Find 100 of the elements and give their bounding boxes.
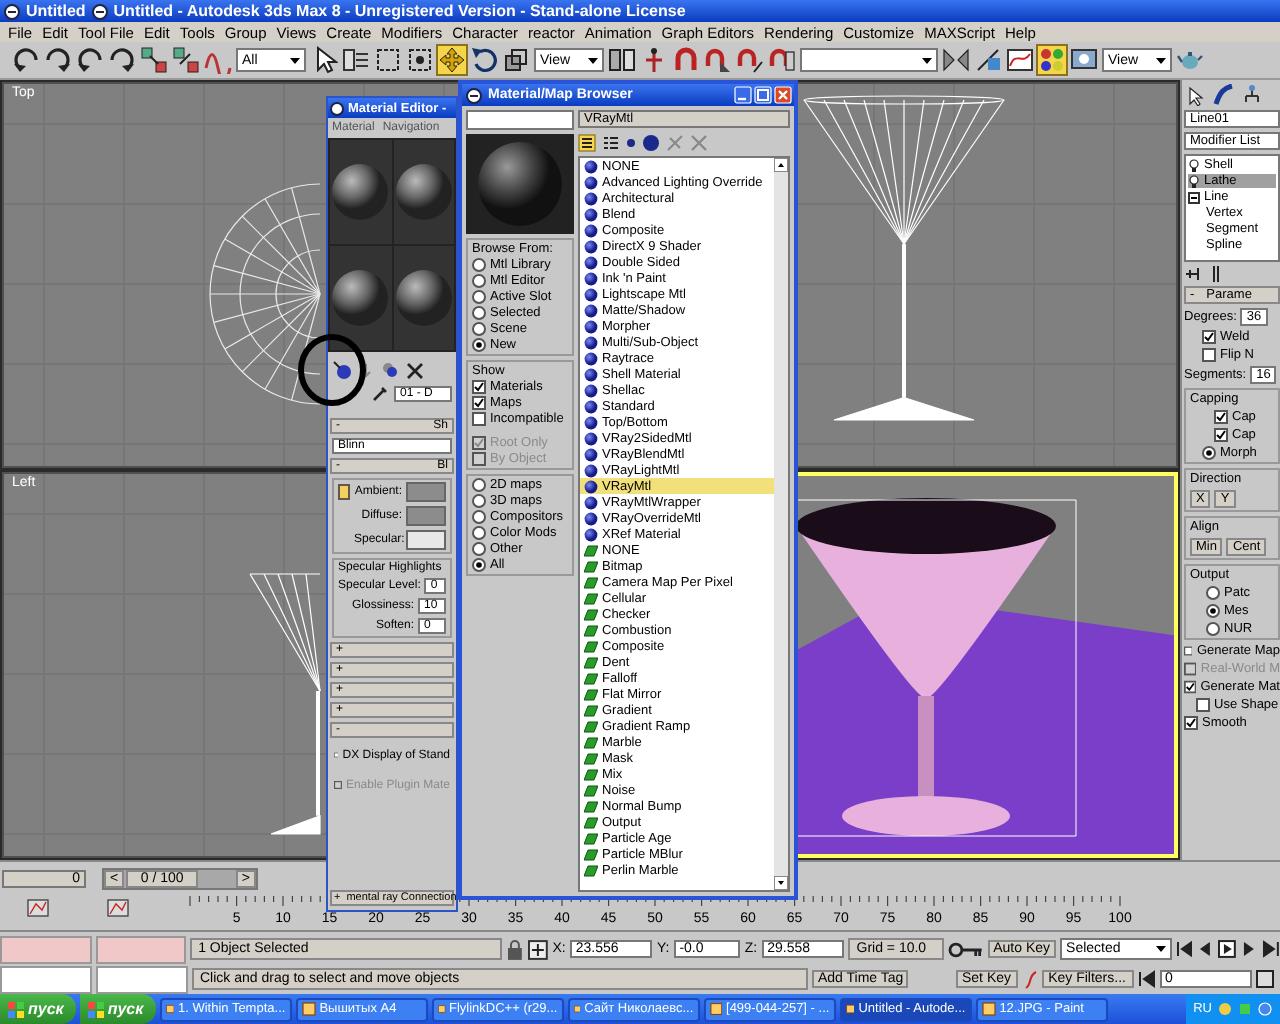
- hierarchy-icon[interactable]: [1240, 84, 1264, 106]
- get-material-icon[interactable]: [332, 360, 352, 380]
- undo-icon[interactable]: [76, 46, 104, 74]
- radio-button[interactable]: [472, 558, 486, 572]
- list-view-icon[interactable]: [578, 133, 596, 151]
- listener-field[interactable]: [95, 935, 187, 963]
- radio-button[interactable]: [1206, 586, 1220, 600]
- checkbox[interactable]: [1214, 410, 1228, 424]
- color-swatch[interactable]: [406, 506, 446, 526]
- checkbox[interactable]: [334, 748, 339, 762]
- lock-bracket-icon[interactable]: [338, 484, 350, 500]
- window-icon: [573, 1002, 581, 1016]
- rotate-icon[interactable]: [470, 46, 498, 74]
- time-config-icon[interactable]: [1255, 970, 1274, 988]
- checkbox[interactable]: [1184, 716, 1198, 730]
- pause-bars-icon[interactable]: [1208, 266, 1224, 282]
- checkbox[interactable]: [472, 380, 486, 394]
- curve-icon[interactable]: [1021, 969, 1038, 989]
- large-sphere-icon[interactable]: [642, 133, 660, 151]
- absolute-mode-icon[interactable]: [528, 939, 549, 959]
- redo-icon[interactable]: [108, 46, 136, 74]
- list-icon[interactable]: [342, 46, 370, 74]
- close-icon[interactable]: [406, 361, 424, 379]
- align-icon[interactable]: [974, 46, 1002, 74]
- move-icon[interactable]: [438, 46, 466, 74]
- radio-button[interactable]: [1206, 604, 1220, 618]
- radio-button[interactable]: [1202, 446, 1216, 460]
- scrollbar[interactable]: [774, 158, 788, 890]
- curve-editor-icon[interactable]: [107, 899, 129, 917]
- caret-icon: [1153, 942, 1167, 956]
- play-icon[interactable]: [1218, 940, 1237, 958]
- sample-sphere[interactable]: [393, 268, 454, 328]
- maximize-icon[interactable]: [754, 86, 772, 104]
- window-icon: [165, 1002, 174, 1016]
- spheres-icon[interactable]: [380, 360, 400, 380]
- listener-field[interactable]: [96, 965, 188, 993]
- magnet-icon[interactable]: [672, 46, 700, 74]
- scale-icon[interactable]: [502, 46, 530, 74]
- checkbox[interactable]: [472, 412, 486, 426]
- search-field[interactable]: [466, 110, 574, 130]
- sample-sphere[interactable]: [330, 162, 391, 222]
- radio-button[interactable]: [472, 526, 486, 540]
- curve-editor-icon[interactable]: [27, 899, 49, 917]
- radio-button[interactable]: [472, 510, 486, 524]
- undo-icon[interactable]: [12, 46, 40, 74]
- scroll-up-icon[interactable]: [774, 158, 788, 172]
- radio-button[interactable]: [1206, 622, 1220, 636]
- listener-field[interactable]: [0, 935, 92, 963]
- radio-button[interactable]: [472, 322, 486, 336]
- magnet-percent-icon[interactable]: [736, 46, 764, 74]
- go-to-start-icon[interactable]: [1137, 970, 1156, 988]
- checkbox[interactable]: [472, 396, 486, 410]
- bent-tube-icon[interactable]: [1212, 84, 1236, 106]
- checkbox[interactable]: [1184, 644, 1193, 658]
- checkbox[interactable]: [1184, 680, 1197, 694]
- teapot-icon[interactable]: [1176, 46, 1204, 74]
- listener-field[interactable]: [0, 965, 92, 993]
- magnet-spinner-icon[interactable]: [768, 46, 796, 74]
- lock-icon[interactable]: [506, 939, 525, 959]
- radio-button[interactable]: [472, 290, 486, 304]
- sample-sphere[interactable]: [393, 162, 454, 222]
- previous-frame-icon[interactable]: [1196, 940, 1215, 958]
- small-sphere-icon[interactable]: [626, 137, 636, 147]
- scroll-down-icon[interactable]: [774, 876, 788, 890]
- color-swatch[interactable]: [406, 530, 446, 550]
- link-icon[interactable]: [140, 46, 168, 74]
- detail-list-icon[interactable]: [602, 133, 620, 151]
- mirror-icon[interactable]: [942, 46, 970, 74]
- pivot-icon[interactable]: [608, 46, 636, 74]
- pointer-icon[interactable]: [1184, 84, 1208, 106]
- minimize-icon[interactable]: [734, 86, 752, 104]
- color-swatch[interactable]: [406, 482, 446, 502]
- caret-icon: [288, 53, 302, 67]
- checkbox[interactable]: [1214, 428, 1228, 442]
- cross-icon[interactable]: [640, 46, 668, 74]
- next-frame-icon[interactable]: [1240, 940, 1259, 958]
- radio-button[interactable]: [472, 258, 486, 272]
- magnet-angle-icon[interactable]: [704, 46, 732, 74]
- dropdown[interactable]: [800, 48, 938, 72]
- checkbox[interactable]: [1196, 698, 1210, 712]
- redo-icon[interactable]: [44, 46, 72, 74]
- radio-button[interactable]: [472, 478, 486, 492]
- radio-button[interactable]: [472, 338, 486, 352]
- checkbox[interactable]: [1202, 330, 1216, 344]
- radio-button[interactable]: [472, 542, 486, 556]
- pin-icon[interactable]: [1184, 266, 1204, 282]
- curve-graph-icon[interactable]: [1006, 46, 1034, 74]
- radio-button[interactable]: [472, 494, 486, 508]
- four-dots-icon[interactable]: [1038, 46, 1066, 74]
- radio-button[interactable]: [472, 274, 486, 288]
- render-frame-icon[interactable]: [1070, 46, 1098, 74]
- sample-sphere[interactable]: [330, 268, 391, 328]
- go-to-end-icon[interactable]: [1262, 940, 1280, 958]
- key-icon[interactable]: [947, 939, 984, 959]
- go-to-start-icon[interactable]: [1175, 940, 1193, 958]
- checkbox[interactable]: [1202, 348, 1216, 362]
- unlink-icon[interactable]: [172, 46, 200, 74]
- dashed-square-icon[interactable]: [374, 46, 402, 74]
- radio-button[interactable]: [472, 306, 486, 320]
- eyedropper-icon[interactable]: [372, 384, 390, 402]
